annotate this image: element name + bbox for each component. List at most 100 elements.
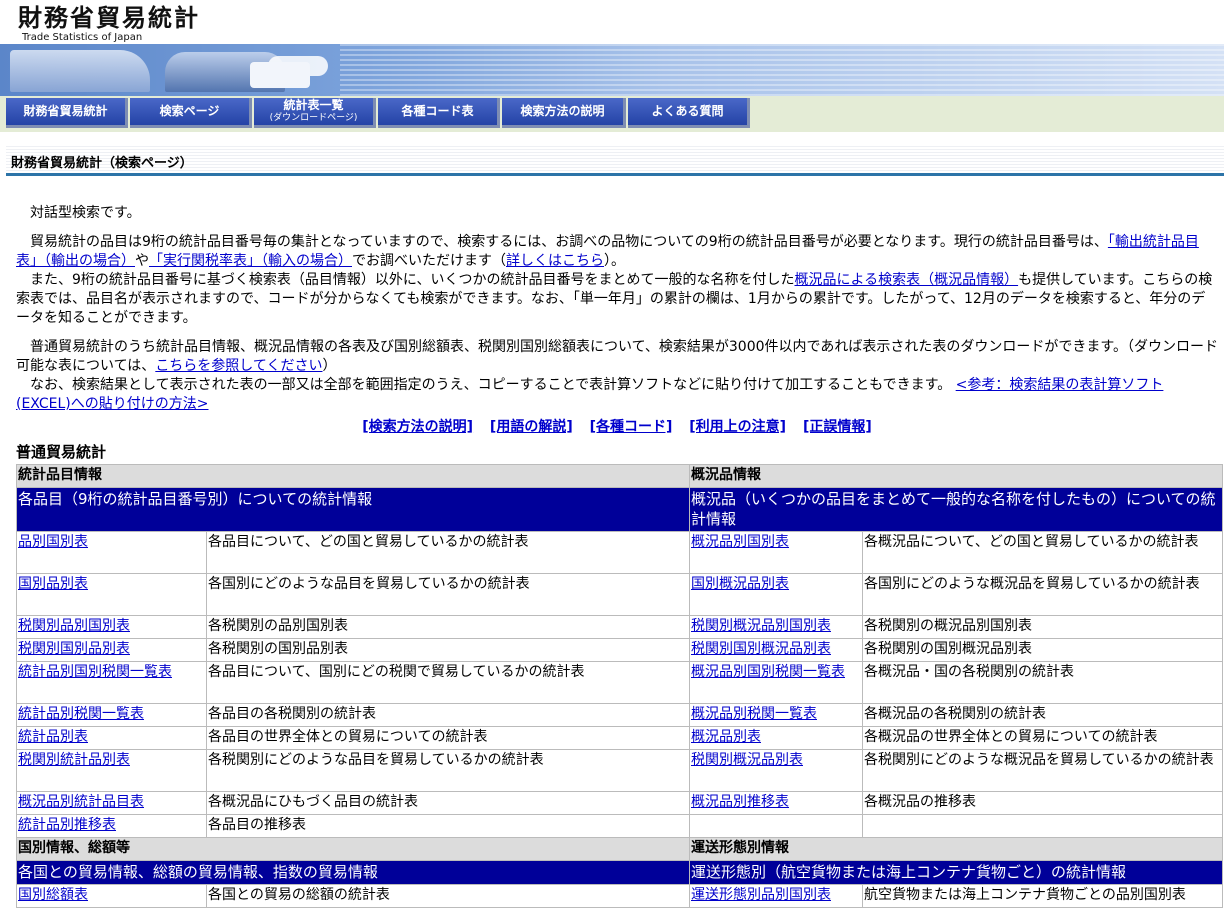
main-navigation: 財務省貿易統計 検索ページ 統計表一覧 (ダウンロードページ) 各種コード表 検索…: [0, 96, 1224, 132]
table-desc: 各概況品の世界全体との貿易についての統計表: [862, 726, 1223, 750]
table-row: 統計品別国別税関一覧表 各品目について、国別にどの税関で貿易しているかの統計表 …: [16, 661, 1223, 704]
table-link[interactable]: 概況品別推移表: [691, 794, 789, 810]
logo-title: 財務省貿易統計: [18, 4, 200, 32]
table-row: 概況品別統計品目表 各概況品にひもづく品目の統計表 概況品別推移表 各概況品の推…: [16, 791, 1223, 815]
country-info-header: 国別情報、総額等: [16, 837, 690, 861]
details-link[interactable]: 詳しくはこちら: [506, 253, 604, 269]
transport-info-header: 運送形態別情報: [689, 837, 1223, 861]
intro-text: 貿易統計の品目は9桁の統計品目番号毎の集計となっていますので、検索するには、お調…: [30, 234, 1108, 250]
table-link[interactable]: 概況品別国別税関一覧表: [691, 664, 845, 680]
nav-search-button[interactable]: 検索ページ: [130, 98, 252, 128]
nav-table-list-button[interactable]: 統計表一覧 (ダウンロードページ): [254, 98, 376, 128]
table-band-row: 各品目（9桁の統計品目番号別）についての統計情報 概況品（いくつかの品目をまとめ…: [16, 487, 1223, 532]
table-link[interactable]: 国別品別表: [18, 576, 88, 592]
table-link[interactable]: 税関別統計品別表: [18, 752, 130, 768]
table-header-row-2: 国別情報、総額等 運送形態別情報: [16, 837, 1223, 861]
site-logo[interactable]: 財務省貿易統計 Trade Statistics of Japan: [18, 4, 200, 44]
table-row: 統計品別税関一覧表 各品目の各税関別の統計表 概況品別税関一覧表 各概況品の各税…: [16, 703, 1223, 727]
table-desc: 各国別にどのような品目を貿易しているかの統計表: [206, 573, 690, 616]
table-desc: 各国との貿易の総額の統計表: [206, 884, 690, 908]
table-link[interactable]: 税関別品別国別表: [18, 618, 130, 634]
table-desc: 各税関別の品別国別表: [206, 615, 690, 639]
table-desc: 各税関別にどのような概況品を貿易しているかの統計表: [862, 749, 1223, 792]
empty-cell: [689, 814, 863, 838]
table-row: 税関別統計品別表 各税関別にどのような品目を貿易しているかの統計表 税関別概況品…: [16, 749, 1223, 792]
intro-paragraph-3: また、9桁の統計品目番号に基づく検索表（品目情報）以外に、いくつかの統計品目番号…: [16, 271, 1218, 328]
table-row: 統計品別推移表 各品目の推移表: [16, 814, 1223, 838]
empty-cell: [862, 814, 1223, 838]
commodity-group-search-link[interactable]: 概況品による検索表（概況品情報）: [794, 272, 1018, 288]
table-link[interactable]: 概況品別税関一覧表: [691, 706, 817, 722]
table-desc: 各概況品の推移表: [862, 791, 1223, 815]
logo-subtitle: Trade Statistics of Japan: [22, 32, 143, 43]
table-row: 税関別国別品別表 各税関別の国別品別表 税関別国別概況品別表 各税関別の国別概況…: [16, 638, 1223, 662]
table-row: 税関別品別国別表 各税関別の品別国別表 税関別概況品別国別表 各税関別の概況品別…: [16, 615, 1223, 639]
table-row: 国別総額表 各国との貿易の総額の統計表 運送形態別品別国別表 航空貨物または海上…: [16, 884, 1223, 908]
table-link[interactable]: 統計品別表: [18, 729, 88, 745]
glossary-link[interactable]: [用語の解説]: [490, 419, 573, 435]
item-info-band: 各品目（9桁の統計品目番号別）についての統計情報: [16, 487, 690, 532]
nav-top-button[interactable]: 財務省貿易統計: [6, 98, 128, 128]
nav-faq-button[interactable]: よくある質問: [628, 98, 750, 128]
codes-link[interactable]: [各種コード]: [590, 419, 673, 435]
table-desc: 各品目の世界全体との貿易についての統計表: [206, 726, 690, 750]
table-desc: 各税関別の概況品別国別表: [862, 615, 1223, 639]
table-desc: 航空貨物または海上コンテナ貨物ごとの品別国別表: [862, 884, 1223, 908]
table-link[interactable]: 統計品別国別税関一覧表: [18, 664, 172, 680]
page-title: 財務省貿易統計（検索ページ）: [11, 156, 193, 171]
nav-label: 検索方法の説明: [520, 104, 605, 118]
table-desc: 各税関別の国別品別表: [206, 638, 690, 662]
table-desc: 各品目の各税関別の統計表: [206, 703, 690, 727]
nav-label: 財務省貿易統計: [23, 104, 108, 118]
commodity-info-header: 概況品情報: [689, 464, 1223, 488]
intro-text: 対話型検索です。: [30, 205, 141, 221]
table-desc: 各概況品にひもづく品目の統計表: [206, 791, 690, 815]
table-link[interactable]: 概況品別表: [691, 729, 761, 745]
transport-info-band: 運送形態別（航空貨物または海上コンテナ貨物ごと）の統計情報: [689, 860, 1223, 885]
intro-text: でお調べいただけます（: [352, 253, 506, 269]
banner-stripes: [340, 44, 1224, 96]
table-link[interactable]: 税関別国別概況品別表: [691, 641, 831, 657]
table-link[interactable]: 統計品別税関一覧表: [18, 706, 144, 722]
usage-notes-link[interactable]: [利用上の注意]: [689, 419, 786, 435]
table-link[interactable]: 税関別国別品別表: [18, 641, 130, 657]
intro-text: また、9桁の統計品目番号に基づく検索表（品目情報）以外に、いくつかの統計品目番号…: [30, 272, 795, 288]
table-desc: 各品目の推移表: [206, 814, 690, 838]
nav-label: 検索ページ: [159, 104, 220, 118]
banner-ship-image: [10, 50, 150, 92]
table-link[interactable]: 税関別概況品別国別表: [691, 618, 831, 634]
nav-label: 各種コード表: [401, 104, 474, 118]
table-desc: 各品目について、どの国と貿易しているかの統計表: [206, 531, 690, 574]
download-info-link[interactable]: こちらを参照してください: [155, 358, 322, 374]
table-desc: 各概況品について、どの国と貿易しているかの統計表: [862, 531, 1223, 574]
table-desc: 各税関別の国別概況品別表: [862, 638, 1223, 662]
table-link[interactable]: 品別国別表: [18, 534, 88, 550]
errata-link[interactable]: [正誤情報]: [803, 419, 872, 435]
table-link[interactable]: 税関別概況品別表: [691, 752, 803, 768]
search-help-link[interactable]: [検索方法の説明]: [362, 419, 473, 435]
item-info-header: 統計品目情報: [16, 464, 690, 488]
banner-truck-image: [250, 62, 310, 88]
table-link[interactable]: 概況品別国別表: [691, 534, 789, 550]
intro-paragraph-2: 貿易統計の品目は9桁の統計品目番号毎の集計となっていますので、検索するには、お調…: [16, 233, 1218, 271]
intro-text: なお、検索結果として表示された表の一部又は全部を範囲指定のうえ、コピーすることで…: [30, 377, 952, 393]
table-header-row: 統計品目情報 概況品情報: [16, 464, 1223, 488]
table-desc: 各品目について、国別にどの税関で貿易しているかの統計表: [206, 661, 690, 704]
nav-code-table-button[interactable]: 各種コード表: [378, 98, 500, 128]
tariff-schedule-link[interactable]: 「実行関税率表」（輸入の場合）: [149, 253, 352, 269]
table-link[interactable]: 国別総額表: [18, 887, 88, 903]
table-band-row-2: 各国との貿易情報、総額の貿易情報、指数の貿易情報 運送形態別（航空貨物または海上…: [16, 860, 1223, 885]
intro-paragraph-4: 普通貿易統計のうち統計品目情報、概況品情報の各表及び国別総額表、税関別国別総額表…: [16, 338, 1218, 376]
table-row: 品別国別表 各品目について、どの国と貿易しているかの統計表 概況品別国別表 各概…: [16, 531, 1223, 574]
table-link[interactable]: 運送形態別品別国別表: [691, 887, 831, 903]
nav-search-help-button[interactable]: 検索方法の説明: [502, 98, 626, 128]
table-link[interactable]: 国別概況品別表: [691, 576, 789, 592]
table-row: 統計品別表 各品目の世界全体との貿易についての統計表 概況品別表 各概況品の世界…: [16, 726, 1223, 750]
section-title: 普通貿易統計: [16, 443, 107, 461]
table-desc: 各国別にどのような概況品を貿易しているかの統計表: [862, 573, 1223, 616]
table-link[interactable]: 概況品別統計品目表: [18, 794, 144, 810]
table-link[interactable]: 統計品別推移表: [18, 817, 116, 833]
country-info-band: 各国との貿易情報、総額の貿易情報、指数の貿易情報: [16, 860, 690, 885]
header-banner: [0, 44, 1224, 96]
table-row: 国別品別表 各国別にどのような品目を貿易しているかの統計表 国別概況品別表 各国…: [16, 573, 1223, 616]
